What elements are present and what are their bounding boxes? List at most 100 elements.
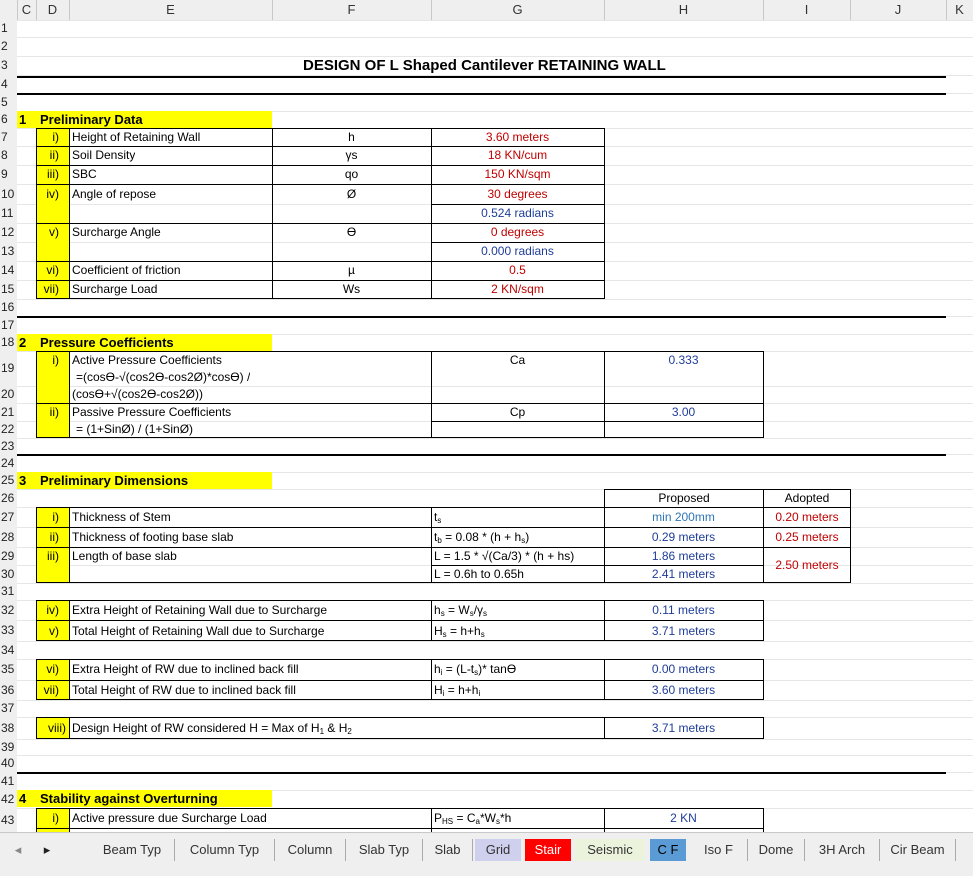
row-number[interactable]: 24 xyxy=(0,454,17,472)
row-number[interactable]: 41 xyxy=(0,772,17,790)
row-number[interactable]: 18 xyxy=(0,334,17,351)
row-number[interactable]: 5 xyxy=(0,93,17,111)
row-number[interactable]: 36 xyxy=(0,680,17,700)
base-slab-proposed-2[interactable]: 2.41 meters xyxy=(604,567,763,581)
row-number[interactable]: 23 xyxy=(0,438,17,454)
stem-proposed[interactable]: min 200mm xyxy=(604,510,763,524)
gridline xyxy=(17,700,973,701)
row-number[interactable]: 30 xyxy=(0,565,17,583)
tab-cir-beam[interactable]: Cir Beam xyxy=(880,839,956,861)
tab-slab-typ[interactable]: Slab Typ xyxy=(346,839,423,861)
row-number[interactable]: 31 xyxy=(0,583,17,600)
surcharge-extra-value[interactable]: 0.11 meters xyxy=(604,603,763,617)
active-coef-value[interactable]: 0.333 xyxy=(604,353,763,367)
row-number[interactable]: 21 xyxy=(0,403,17,421)
stem-adopted[interactable]: 0.20 meters xyxy=(763,510,851,524)
row-number[interactable]: 39 xyxy=(0,739,17,755)
row-number[interactable]: 26 xyxy=(0,489,17,507)
prelim-value[interactable]: 150 KN/sqm xyxy=(431,167,604,181)
backfill-total-value[interactable]: 3.60 meters xyxy=(604,683,763,697)
prelim-value[interactable]: 3.60 meters xyxy=(431,130,604,144)
tab-slab[interactable]: Slab xyxy=(423,839,473,861)
column-header-j[interactable]: J xyxy=(850,0,947,20)
column-header-f[interactable]: F xyxy=(272,0,432,20)
design-height-value[interactable]: 3.71 meters xyxy=(604,721,763,735)
row-number[interactable]: 38 xyxy=(0,717,17,739)
tab-seismic[interactable]: Seismic xyxy=(575,839,645,861)
prelim-value[interactable]: 18 KN/cum xyxy=(431,148,604,162)
row-number[interactable]: 35 xyxy=(0,659,17,680)
prelim-value-radians[interactable]: 0.524 radians xyxy=(431,206,604,220)
row-number[interactable]: 12 xyxy=(0,223,17,242)
row-number[interactable]: 7 xyxy=(0,128,17,146)
backfill-extra-value[interactable]: 0.00 meters xyxy=(604,662,763,676)
row-number[interactable]: 16 xyxy=(0,299,17,316)
tab-cf[interactable]: C F xyxy=(650,839,686,861)
row-number[interactable]: 4 xyxy=(0,75,17,93)
row-number[interactable]: 42 xyxy=(0,790,17,808)
column-header-e[interactable]: E xyxy=(69,0,273,20)
divider-line xyxy=(17,76,946,78)
row-number[interactable]: 43 xyxy=(0,808,17,832)
tab-iso-f[interactable]: Iso F xyxy=(690,839,748,861)
section-1-number: 1 xyxy=(19,112,27,127)
row-number[interactable]: 14 xyxy=(0,261,17,280)
row-number[interactable]: 32 xyxy=(0,600,17,620)
column-header-g[interactable]: G xyxy=(431,0,605,20)
column-header-c[interactable]: C xyxy=(17,0,37,20)
row-number[interactable]: 40 xyxy=(0,755,17,772)
column-header-h[interactable]: H xyxy=(604,0,764,20)
tab-stair[interactable]: Stair xyxy=(525,839,571,861)
surcharge-total-value[interactable]: 3.71 meters xyxy=(604,624,763,638)
row-number[interactable]: 34 xyxy=(0,641,17,659)
row-number[interactable]: 10 xyxy=(0,184,17,204)
row-number[interactable]: 1 xyxy=(0,20,17,37)
tab-3h-arch[interactable]: 3H Arch xyxy=(805,839,880,861)
row-number[interactable]: 8 xyxy=(0,146,17,165)
row-number[interactable]: 20 xyxy=(0,386,17,403)
row-number[interactable]: 29 xyxy=(0,547,17,565)
row-number[interactable]: 2 xyxy=(0,37,17,56)
prelim-value[interactable]: 0.5 xyxy=(431,263,604,277)
row-number[interactable]: 15 xyxy=(0,280,17,299)
base-slab-proposed-1[interactable]: 1.86 meters xyxy=(604,549,763,563)
row-number[interactable]: 27 xyxy=(0,507,17,527)
base-slab-adopted[interactable]: 2.50 meters xyxy=(763,558,851,572)
column-header-d[interactable]: D xyxy=(36,0,70,20)
tab-grid[interactable]: Grid xyxy=(475,839,521,861)
tab-column[interactable]: Column xyxy=(275,839,346,861)
row-number[interactable]: 33 xyxy=(0,620,17,641)
active-coef-formula-line-2: (cosϴ+√(cos2ϴ-cos2Ø)) xyxy=(72,387,203,401)
prelim-value[interactable]: 0 degrees xyxy=(431,225,604,239)
prelim-value[interactable]: 2 KN/sqm xyxy=(431,282,604,296)
tab-beam-typ[interactable]: Beam Typ xyxy=(90,839,175,861)
column-header-i[interactable]: I xyxy=(763,0,851,20)
select-all-corner[interactable] xyxy=(0,0,18,20)
footing-proposed[interactable]: 0.29 meters xyxy=(604,530,763,544)
row-number[interactable]: 28 xyxy=(0,527,17,547)
divider-line xyxy=(17,772,946,774)
row-number[interactable]: 19 xyxy=(0,351,17,386)
surcharge-pressure-value[interactable]: 2 KN xyxy=(604,811,763,825)
row-number[interactable]: 17 xyxy=(0,316,17,334)
prelim-value-radians[interactable]: 0.000 radians xyxy=(431,244,604,258)
table-divider xyxy=(431,421,764,422)
row-number[interactable]: 9 xyxy=(0,165,17,184)
row-number[interactable]: 6 xyxy=(0,111,17,128)
section-4-number: 4 xyxy=(19,791,27,806)
scroll-first-icon[interactable]: ◂ xyxy=(12,839,24,861)
tab-dome[interactable]: Dome xyxy=(748,839,805,861)
column-header-k[interactable]: K xyxy=(946,0,973,20)
row-number[interactable]: 37 xyxy=(0,700,17,717)
row-number[interactable]: 22 xyxy=(0,421,17,438)
row-number[interactable]: 13 xyxy=(0,242,17,261)
surcharge-extra-label: Extra Height of Retaining Wall due to Su… xyxy=(72,603,328,617)
row-number[interactable]: 25 xyxy=(0,472,17,489)
passive-coef-value[interactable]: 3.00 xyxy=(604,405,763,419)
footing-adopted[interactable]: 0.25 meters xyxy=(763,530,851,544)
row-number[interactable]: 11 xyxy=(0,204,17,223)
prelim-value[interactable]: 30 degrees xyxy=(431,187,604,201)
row-number[interactable]: 3 xyxy=(0,56,17,75)
tab-column-typ[interactable]: Column Typ xyxy=(175,839,275,861)
scroll-next-icon[interactable]: ▸ xyxy=(40,839,54,861)
